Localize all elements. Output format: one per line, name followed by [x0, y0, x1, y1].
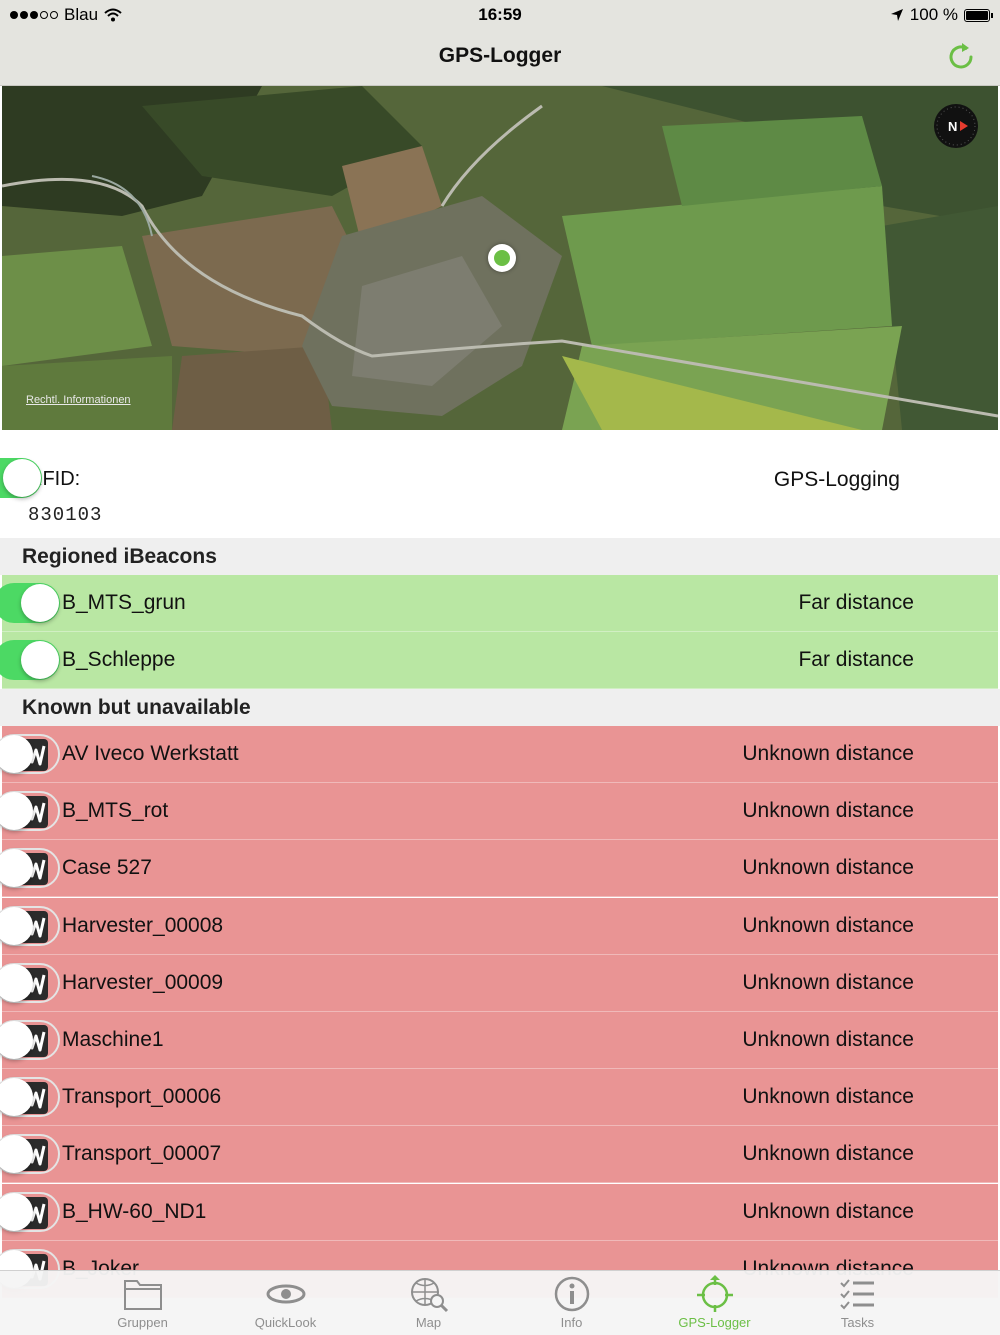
beacon-row[interactable]: B_HW-60_ND1 Unknown distance [0, 1183, 998, 1241]
beacon-distance: Unknown distance [742, 1085, 914, 1109]
beacon-distance: Unknown distance [742, 913, 914, 937]
legal-info-link[interactable]: Rechtl. Informationen [26, 394, 131, 406]
section-header-regioned: Regioned iBeacons [0, 538, 1000, 575]
beacon-row[interactable]: B_MTS_grun Far distance [0, 575, 998, 632]
beacon-row[interactable]: Transport_00007 Unknown distance [0, 1126, 998, 1184]
beacon-row[interactable]: Transport_00006 Unknown distance [0, 1069, 998, 1127]
compass-letter: N [948, 119, 957, 134]
tab-label: GPS-Logger [678, 1315, 751, 1330]
beacon-name: B_Schleppe [62, 648, 176, 672]
beacon-distance: Unknown distance [742, 1028, 914, 1051]
satellite-map[interactable]: Rechtl. Informationen N [2, 86, 998, 430]
beacon-distance: Far distance [798, 648, 914, 672]
compass-icon[interactable]: N [934, 104, 978, 148]
beacon-name: Harvester_00008 [62, 913, 224, 937]
beacon-toggle[interactable] [0, 1077, 60, 1118]
beacon-toggle[interactable] [0, 734, 60, 774]
section-header-unavailable: Known but unavailable [0, 689, 1000, 726]
beacon-toggle[interactable] [0, 583, 60, 623]
gps-logging-label: GPS-Logging [773, 468, 900, 491]
eye-icon [266, 1284, 305, 1304]
globe-search-icon [410, 1278, 448, 1313]
tab-label: Tasks [840, 1315, 875, 1330]
status-bar: Blau 16:59 100 % [0, 0, 1000, 30]
beacon-row[interactable]: AV Iveco Werkstatt Unknown distance [0, 726, 998, 783]
rfid-value: 830103 [28, 504, 103, 526]
location-arrow-icon [890, 9, 903, 21]
beacon-distance: Unknown distance [742, 742, 914, 765]
beacon-row[interactable]: Case 527 Unknown distance [0, 840, 998, 898]
beacon-name: Maschine1 [62, 1028, 164, 1051]
tab-gps-logger[interactable]: GPS-Logger [643, 1271, 786, 1335]
beacon-toggle[interactable] [0, 1020, 60, 1060]
beacon-name: Transport_00007 [62, 1142, 222, 1166]
clock: 16:59 [478, 5, 522, 24]
tab-map[interactable]: Map [357, 1271, 500, 1335]
beacon-toggle[interactable] [0, 1191, 60, 1232]
checklist-icon [839, 1279, 874, 1310]
beacon-distance: Unknown distance [742, 1142, 914, 1166]
beacon-toggle[interactable] [0, 1134, 60, 1175]
beacon-name: AV Iveco Werkstatt [62, 742, 239, 765]
beacon-row[interactable]: Harvester_00008 Unknown distance [0, 897, 998, 955]
beacon-name: Harvester_00009 [62, 970, 224, 994]
tab-bar: Gruppen QuickLook Map Info GPS-Logger Ta… [0, 1270, 1000, 1335]
tab-label: Gruppen [117, 1315, 168, 1330]
beacon-toggle[interactable] [0, 962, 60, 1003]
info-icon [554, 1276, 589, 1312]
tab-label: Info [560, 1315, 583, 1330]
battery-percent: 100 % [909, 5, 958, 24]
folder-icon [123, 1280, 162, 1310]
beacon-name: B_HW-60_ND1 [62, 1199, 207, 1223]
refresh-icon[interactable] [944, 40, 978, 74]
beacon-name: B_MTS_grun [62, 591, 186, 614]
beacon-distance: Unknown distance [742, 1199, 914, 1223]
beacon-toggle[interactable] [0, 905, 60, 946]
beacon-toggle[interactable] [0, 848, 60, 889]
beacon-row[interactable]: Maschine1 Unknown distance [0, 1012, 998, 1069]
beacon-distance: Unknown distance [742, 856, 914, 880]
gps-target-icon [696, 1275, 733, 1312]
tab-label: QuickLook [254, 1315, 317, 1330]
beacon-distance: Unknown distance [742, 799, 914, 823]
navigation-bar: GPS-Logger [0, 30, 1000, 86]
rfid-panel: RFID: 830103 GPS-Logging [0, 430, 1000, 538]
beacon-row[interactable]: B_Schleppe Far distance [0, 632, 998, 690]
tab-info[interactable]: Info [500, 1271, 643, 1335]
current-location-marker [488, 244, 516, 272]
beacon-name: B_MTS_rot [62, 799, 169, 823]
status-right: 100 % [890, 5, 993, 25]
beacon-row[interactable]: B_MTS_rot Unknown distance [0, 783, 998, 841]
beacon-toggle[interactable] [0, 791, 60, 832]
tab-gruppen[interactable]: Gruppen [71, 1271, 214, 1335]
beacon-distance: Unknown distance [742, 970, 914, 994]
beacon-row[interactable]: Harvester_00009 Unknown distance [0, 954, 998, 1012]
tab-label: Map [415, 1315, 442, 1330]
beacon-toggle[interactable] [0, 640, 60, 681]
gps-logging-toggle[interactable] [0, 458, 42, 498]
battery-icon [964, 8, 993, 22]
beacon-name: Case 527 [62, 856, 152, 880]
beacon-distance: Far distance [798, 591, 914, 614]
page-title: GPS-Logger [438, 44, 562, 67]
beacon-name: Transport_00006 [62, 1085, 222, 1109]
tab-tasks[interactable]: Tasks [786, 1271, 929, 1335]
tab-quicklook[interactable]: QuickLook [214, 1271, 357, 1335]
